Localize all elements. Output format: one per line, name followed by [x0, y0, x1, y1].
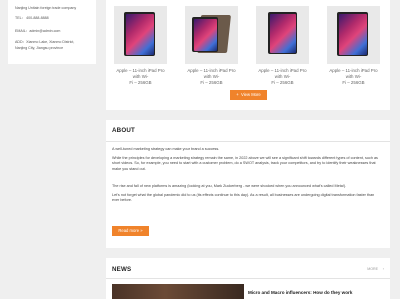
ipad-pro-image[interactable]: [114, 6, 167, 64]
ipad-pro-image[interactable]: [327, 6, 380, 64]
news-title: NEWS: [112, 266, 132, 273]
divider: [106, 141, 390, 142]
product-card[interactable]: Apple – 11-inch iPad Pro with Wi- Fi – 25…: [327, 6, 380, 86]
news-item-title[interactable]: Micro and Macro influencers: How do they…: [248, 290, 352, 295]
contact-email[interactable]: EMAIL：admin@admin.com: [15, 29, 60, 34]
ipad-pro-folio-image[interactable]: [185, 6, 238, 64]
plus-icon: +: [236, 92, 239, 97]
about-section: ABOUT A well-tuned marketing strategy ca…: [106, 120, 390, 248]
contact-tel: TEL： 400-888-8888: [15, 16, 49, 20]
about-paragraph: While the principles for developing a ma…: [112, 156, 378, 171]
about-paragraph: Let's not forget what the global pandemi…: [112, 193, 375, 203]
view-more-button[interactable]: + View More: [230, 90, 267, 100]
company-name: Nanjing Unitain foreign trade company: [15, 6, 77, 10]
divider: [106, 278, 390, 279]
product-list: Apple – 11-inch iPad Pro with Wi- Fi – 25…: [106, 0, 390, 110]
more-link[interactable]: MORE: [367, 267, 378, 271]
product-name[interactable]: Apple – 11-inch iPad Pro with Wi- Fi – 25…: [114, 68, 167, 86]
about-title: ABOUT: [112, 127, 135, 134]
product-name[interactable]: Apple – 11-inch iPad Pro with Wi- Fi – 25…: [256, 68, 309, 86]
about-paragraph: The rise and fall of new platforms is am…: [112, 184, 347, 188]
arrow-right-icon: »: [140, 228, 143, 233]
contact-card: Nanjing Unitain foreign trade company TE…: [8, 0, 96, 64]
product-name[interactable]: Apple – 11-inch iPad Pro with Wi- Fi – 25…: [327, 68, 380, 86]
contact-address-line2: Nanjing City, Jiangsu province: [15, 46, 64, 50]
news-thumbnail-image[interactable]: [112, 284, 244, 299]
read-more-button[interactable]: Read more »: [112, 226, 149, 236]
more-arrow-icon[interactable]: ›: [383, 267, 384, 271]
product-card[interactable]: Apple – 11-inch iPad Pro with Wi- Fi – 25…: [185, 6, 238, 86]
ipad-pro-image[interactable]: [256, 6, 309, 64]
product-card[interactable]: Apple – 11-inch iPad Pro with Wi- Fi – 25…: [114, 6, 167, 86]
product-name[interactable]: Apple – 11-inch iPad Pro with Wi- Fi – 25…: [185, 68, 238, 86]
contact-address-line1: ADD：Xianmo Lake, Xianmo District,: [15, 40, 75, 44]
about-paragraph: A well-tuned marketing strategy can make…: [112, 147, 220, 151]
product-card[interactable]: Apple – 11-inch iPad Pro with Wi- Fi – 25…: [256, 6, 309, 86]
news-section: NEWS MORE › Micro and Macro influencers:…: [106, 258, 390, 299]
